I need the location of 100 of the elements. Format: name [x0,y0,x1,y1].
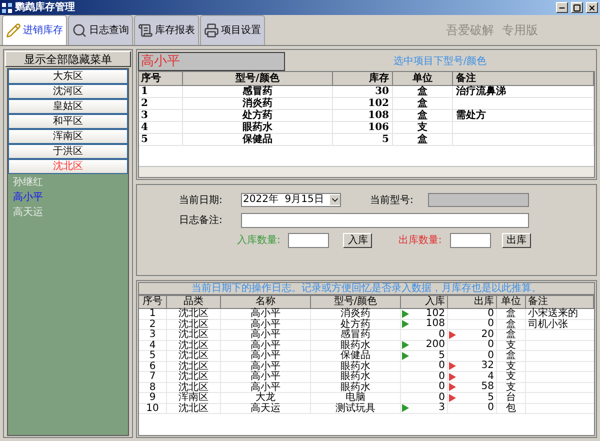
table-cell: 盒 [506,350,516,361]
table-cell: 盒 [418,86,428,97]
district-button[interactable]: 沈河区 [9,85,127,98]
table-cell: 司机小张 [528,318,568,330]
table-cell: 盒 [418,110,428,121]
table-cell: 102 [368,98,389,109]
maximize-button[interactable] [571,2,583,13]
table-cell: 8 [149,382,156,392]
table-cell: 0 [488,340,494,350]
table-cell: 0 [488,350,494,361]
table-cell: 高小平 [250,308,280,319]
column-header: 单位 [393,72,453,86]
table-cell: 高小平 [250,318,280,330]
table-cell: 需处方 [456,110,486,121]
table-cell: 5 [382,134,389,145]
table-cell: 4 [488,372,494,382]
table-cell: 高小平 [250,350,280,361]
close-button[interactable] [586,2,598,13]
scroll-icon [138,23,153,38]
horizontal-scrollbar[interactable] [139,166,594,177]
district-button[interactable]: 大东区 [9,70,127,83]
dropdown-icon [330,195,340,205]
table-cell: 处方药 [340,318,370,330]
table-cell: 电脑 [346,392,366,403]
table-cell: 5 [141,134,148,145]
in-quantity-label: 入库数量: [237,234,280,248]
district-button[interactable]: 于洪区 [9,145,127,158]
table-cell: 沈北区 [178,402,208,414]
table-cell: 30 [375,86,389,97]
table-cell: 眼药水 [340,382,370,392]
table-cell: 高小平 [250,371,280,382]
minimize-button[interactable] [556,2,568,13]
table-cell: 4 [149,340,156,350]
stock-out-button[interactable]: 出库 [502,233,531,248]
column-header: 备注 [453,72,594,86]
table-cell: 支 [418,122,428,133]
out-quantity-label: 出库数量: [398,234,442,248]
table-cell: 7 [149,371,156,382]
table-cell: 0 [438,330,445,340]
district-button[interactable]: 和平区 [9,115,127,128]
table-cell: 处方药 [242,110,272,121]
column-header: 单位 [497,296,526,309]
table-cell: 102 [426,308,445,319]
table-cell: 测试玩具 [336,402,376,414]
table-cell: 大龙 [256,392,276,403]
table-cell: 5 [149,350,156,361]
table-cell: 2 [149,318,156,330]
table-cell: 眼药水 [340,340,370,350]
table-cell: 保健品 [242,134,272,145]
toolbar-tab[interactable]: 日志查询 [68,15,133,45]
printer-icon [204,23,219,38]
column-header: 型号/颜色 [183,72,333,86]
stock-in-button[interactable]: 入库 [343,233,372,248]
table-cell: 小宋送来的 [528,308,578,319]
district-button[interactable]: 浑南区 [9,130,127,143]
selected-person: 高小平 [138,52,285,70]
table-cell: 支 [506,371,516,382]
toolbar-tab[interactable]: 项目设置 [200,15,265,45]
date-picker[interactable]: 2022年 9月15日 [241,193,341,207]
memo-field[interactable] [241,212,529,228]
table-cell: 高天运 [250,402,280,414]
memo-label: 日志备注: [179,214,224,228]
table-cell: 0 [438,382,445,392]
maximize-icon [573,4,581,12]
district-button[interactable]: 皇姑区 [9,100,127,113]
edition-note: 吾爱破解 专用版 [446,22,538,39]
window-title: 鹦鹉库存管理 [15,2,75,12]
table-cell: 0 [438,392,445,403]
model-label: 当前型号: [370,194,414,208]
table-cell: 高小平 [250,329,280,340]
table-cell: 1 [149,308,156,319]
table-cell: 6 [149,360,156,372]
table-cell: 盒 [506,308,516,319]
table-cell: 眼药水 [340,371,370,382]
toggle-menu-button[interactable]: 显示全部隐藏菜单 [5,51,131,67]
table-cell: 0 [488,403,494,414]
table-cell: 沈北区 [178,360,208,372]
toolbar-tab[interactable]: 库存报表 [134,15,199,45]
table-cell: 沈北区 [178,318,208,330]
table-cell: 5 [488,392,494,403]
table-cell: 高小平 [250,382,280,392]
toolbar-tab[interactable]: 进销库存 [2,15,67,45]
out-quantity-field[interactable] [450,233,491,248]
table-cell: 高小平 [250,340,280,350]
table-cell: 9 [149,392,156,403]
in-quantity-field[interactable] [288,233,330,248]
table-cell: 10 [146,402,159,414]
table-cell: 58 [481,382,494,392]
table-cell: 1 [141,86,148,97]
table-cell: 消炎药 [242,98,272,109]
table-cell: 浑南区 [178,392,208,403]
table-cell: 2 [141,98,148,109]
table-cell: 108 [426,319,445,330]
table-cell: 106 [368,122,389,133]
table-cell: 20 [481,330,494,340]
table-cell: 盒 [418,98,428,109]
table-cell: 沈北区 [178,371,208,382]
magnifier-icon [72,23,87,38]
log-banner: 当前日期下的操作日志。记录或方便回忆是否录入数据，月库存也是以此推算。 [138,282,595,295]
table-cell: 治疗流鼻涕 [456,86,506,97]
